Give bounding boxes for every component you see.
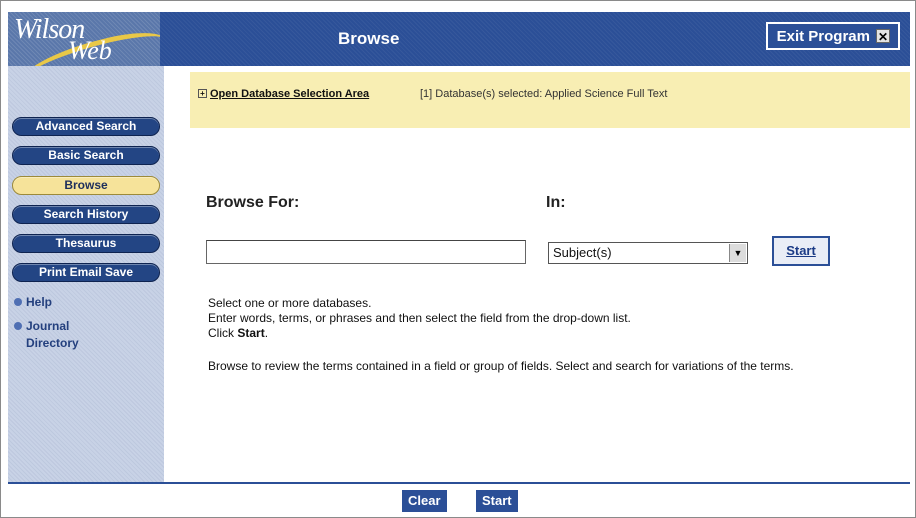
instruction-line: Select one or more databases. [208,296,372,310]
instruction-line: Enter words, terms, or phrases and then … [208,311,631,325]
close-box-icon: ✕ [876,29,890,44]
browse-for-input[interactable] [206,240,526,264]
bullet-icon [14,298,22,306]
page-title: Browse [338,29,400,48]
start-button[interactable]: Start [772,236,830,266]
journal-directory-link[interactable]: Journal Directory [14,318,116,352]
instructions: Select one or more databases. Enter word… [208,296,868,374]
in-label: In: [546,194,566,211]
search-history-button[interactable]: Search History [12,205,160,224]
thesaurus-button[interactable]: Thesaurus [12,234,160,253]
advanced-search-button[interactable]: Advanced Search [12,117,160,136]
bullet-icon [14,322,22,330]
databases-selected-text: [1] Database(s) selected: Applied Scienc… [420,88,668,100]
exit-program-label: Exit Program [776,27,870,45]
instruction-line: Click Start. [208,326,868,341]
browse-button[interactable]: Browse [12,176,160,195]
field-select[interactable]: Subject(s) ▼ [548,242,748,264]
journal-directory-label: Journal Directory [26,319,79,350]
top-bar: Wilson Web Browse Exit Program ✕ [8,12,910,66]
instruction-text: . [264,326,269,340]
instruction-emphasis: Start [237,326,265,340]
instruction-text: Click [208,326,238,340]
clear-button[interactable]: Clear [402,490,447,512]
start-bottom-button[interactable]: Start [476,490,518,512]
basic-search-button[interactable]: Basic Search [12,146,160,165]
open-database-selection-link[interactable]: + Open Database Selection Area [198,88,369,100]
field-select-value: Subject(s) [553,245,612,260]
main-content: + Open Database Selection Area [1] Databa… [164,66,910,482]
exit-program-button[interactable]: Exit Program ✕ [765,22,900,50]
dropdown-arrow-icon[interactable]: ▼ [729,244,746,262]
open-database-selection-label: Open Database Selection Area [210,88,370,100]
logo-text-web: Web [68,36,112,65]
sidebar: Advanced Search Basic Search Browse Sear… [8,66,164,482]
instruction-paragraph: Browse to review the terms contained in … [208,359,794,373]
browse-for-label: Browse For: [206,194,300,211]
wilsonweb-logo: Wilson Web [8,12,160,66]
expand-icon: + [198,89,207,98]
print-email-save-button[interactable]: Print Email Save [12,263,160,282]
bottom-bar: Clear Start [8,482,910,516]
help-link[interactable]: Help [14,294,53,311]
database-selection-band: + Open Database Selection Area [1] Databa… [190,72,910,128]
help-link-label: Help [26,295,53,309]
